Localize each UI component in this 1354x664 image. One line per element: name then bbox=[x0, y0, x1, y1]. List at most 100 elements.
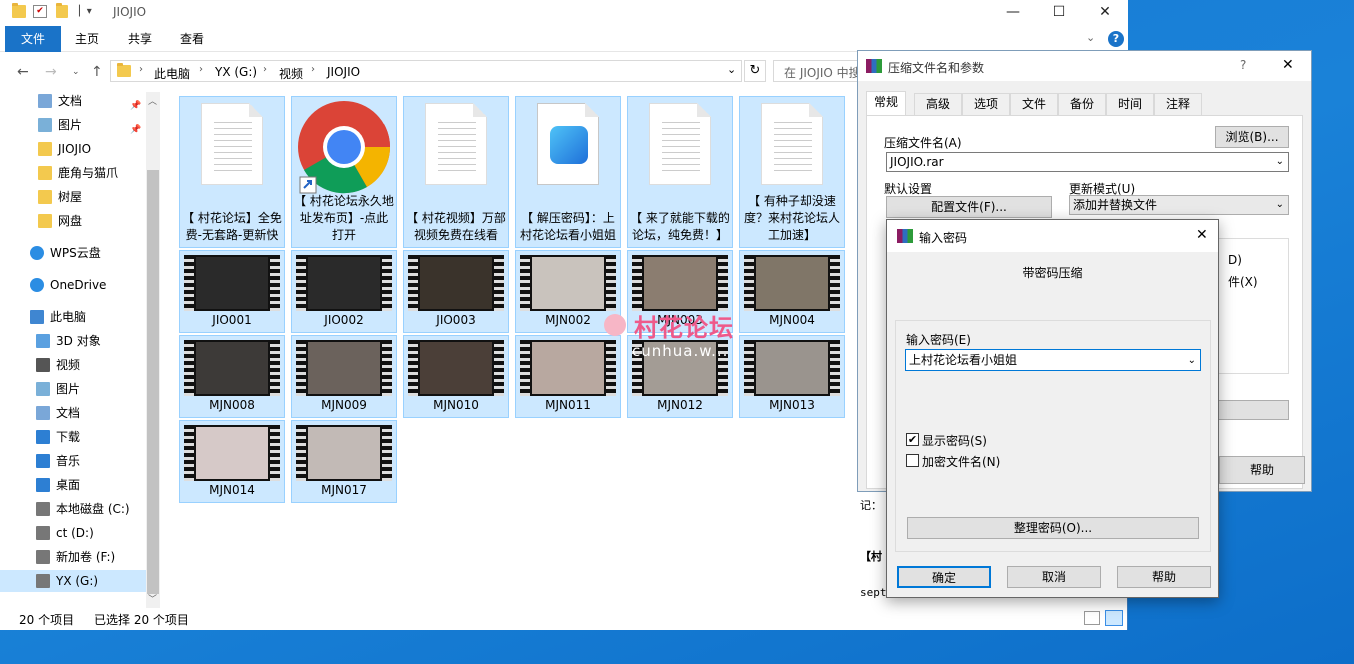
file-item[interactable]: MJN014 bbox=[179, 420, 285, 503]
properties-icon[interactable]: ✔ bbox=[33, 5, 47, 18]
new-folder-icon[interactable] bbox=[56, 3, 68, 18]
file-item[interactable]: MJN010 bbox=[403, 335, 509, 418]
file-item[interactable]: JIO002 bbox=[291, 250, 397, 333]
forward-icon[interactable]: → bbox=[45, 64, 57, 80]
sidebar-item[interactable]: 下载 bbox=[0, 426, 146, 448]
maximize-icon[interactable]: ☐ bbox=[1036, 0, 1082, 26]
file-item[interactable]: JIO003 bbox=[403, 250, 509, 333]
scroll-up-icon[interactable]: ︿ bbox=[148, 94, 157, 107]
sidebar-item[interactable]: OneDrive bbox=[0, 274, 146, 296]
sidebar-item[interactable]: 文档 bbox=[0, 402, 146, 424]
back-icon[interactable]: ← bbox=[17, 64, 29, 80]
encrypt-names-label[interactable]: 加密文件名(N) bbox=[922, 453, 1000, 470]
file-name: MJN017 bbox=[321, 483, 367, 497]
large-icons-view-icon[interactable] bbox=[1105, 610, 1123, 626]
help-icon[interactable]: ? bbox=[1108, 31, 1124, 47]
tab-general[interactable]: 常规 bbox=[866, 91, 906, 115]
tab-file[interactable]: 文件 bbox=[5, 26, 61, 52]
file-item[interactable]: 【 村花论坛永久地址发布页】-点此打开 bbox=[291, 96, 397, 248]
expand-ribbon-icon[interactable]: ⌄ bbox=[1086, 31, 1095, 44]
sidebar-item[interactable]: ct (D:) bbox=[0, 522, 146, 544]
tab-files[interactable]: 文件 bbox=[1010, 93, 1058, 115]
file-name: 【 有种子却没速度？来村花论坛人工加速】 bbox=[743, 194, 840, 242]
cancel-button[interactable]: 取消 bbox=[1007, 566, 1101, 588]
archive-name-input[interactable]: JIOJIO.rar ⌄ bbox=[886, 152, 1289, 172]
tab-time[interactable]: 时间 bbox=[1106, 93, 1154, 115]
tab-share[interactable]: 共享 bbox=[119, 26, 161, 52]
sidebar-item[interactable]: 图片 📌 bbox=[0, 114, 146, 136]
help-button[interactable]: 帮助 bbox=[1219, 456, 1305, 484]
sidebar-item[interactable]: 鹿角与猫爪 bbox=[0, 162, 146, 184]
address-bar[interactable]: › 此电脑 › YX (G:) › 视频 › JIOJIO ⌄ bbox=[110, 60, 742, 82]
address-dropdown-icon[interactable]: ⌄ bbox=[727, 63, 736, 76]
tab-backup[interactable]: 备份 bbox=[1058, 93, 1106, 115]
update-mode-select[interactable]: 添加并替换文件 ⌄ bbox=[1069, 195, 1289, 215]
sidebar-item[interactable]: 树屋 bbox=[0, 186, 146, 208]
close-icon[interactable]: ✕ bbox=[1196, 227, 1208, 243]
breadcrumb-drive[interactable]: YX (G:) bbox=[215, 65, 257, 79]
sidebar-item[interactable]: 音乐 bbox=[0, 450, 146, 472]
film-strip-icon bbox=[408, 340, 418, 396]
help-icon[interactable]: ? bbox=[1240, 58, 1246, 72]
chevron-down-icon[interactable]: ⌄ bbox=[1188, 351, 1196, 371]
minimize-icon[interactable]: — bbox=[990, 0, 1036, 26]
sidebar-item[interactable]: WPS云盘 bbox=[0, 242, 146, 264]
sidebar-item[interactable]: 图片 bbox=[0, 378, 146, 400]
folder-icon bbox=[38, 214, 52, 228]
tab-advanced[interactable]: 高级 bbox=[914, 93, 962, 115]
file-item[interactable]: MJN008 bbox=[179, 335, 285, 418]
help-button[interactable]: 帮助 bbox=[1117, 566, 1211, 588]
file-item[interactable]: MJN017 bbox=[291, 420, 397, 503]
organize-passwords-button[interactable]: 整理密码(O)... bbox=[907, 517, 1199, 539]
show-password-checkbox[interactable]: ✔ bbox=[906, 433, 919, 446]
sidebar-item-label: 本地磁盘 (C:) bbox=[56, 502, 130, 516]
tab-comment[interactable]: 注释 bbox=[1154, 93, 1202, 115]
sidebar-item[interactable]: 桌面 bbox=[0, 474, 146, 496]
sidebar-item[interactable]: 此电脑 bbox=[0, 306, 146, 328]
chevron-down-icon[interactable]: ⌄ bbox=[1276, 153, 1284, 171]
encrypt-names-checkbox[interactable] bbox=[906, 454, 919, 467]
sidebar-item[interactable]: YX (G:) bbox=[0, 570, 146, 592]
image-file-icon bbox=[537, 103, 599, 185]
file-item[interactable]: MJN009 bbox=[291, 335, 397, 418]
up-icon[interactable]: ↑ bbox=[91, 64, 103, 80]
breadcrumb-jiojio[interactable]: JIOJIO bbox=[327, 65, 360, 79]
refresh-icon[interactable]: ↻ bbox=[744, 60, 766, 82]
sidebar-item[interactable]: 3D 对象 bbox=[0, 330, 146, 352]
sidebar-item-label: 新加卷 (F:) bbox=[56, 550, 116, 564]
sidebar-item-label: 图片 bbox=[56, 382, 81, 396]
quick-access-dropdown-icon[interactable]: ▏▾ bbox=[79, 5, 101, 18]
sidebar-item[interactable]: 网盘 bbox=[0, 210, 146, 232]
breadcrumb-videos[interactable]: 视频 bbox=[279, 65, 303, 82]
sidebar-item[interactable]: 文档 📌 bbox=[0, 90, 146, 112]
tab-home[interactable]: 主页 bbox=[66, 26, 108, 52]
file-item[interactable]: JIO001 bbox=[179, 250, 285, 333]
file-item[interactable]: 【 解压密码】：上村花论坛看小姐姐 bbox=[515, 96, 621, 248]
sidebar-scroll-thumb[interactable] bbox=[147, 170, 159, 594]
video-thumbnail bbox=[296, 340, 392, 396]
password-input[interactable]: 上村花论坛看小姐姐 ⌄ bbox=[905, 349, 1201, 371]
file-item[interactable]: 【 有种子却没速度？来村花论坛人工加速】 bbox=[739, 96, 845, 248]
sidebar-item[interactable]: JIOJIO bbox=[0, 138, 146, 160]
profiles-button[interactable]: 配置文件(F)... bbox=[886, 196, 1052, 218]
file-item[interactable]: 【 村花视频】万部视频免费在线看 bbox=[403, 96, 509, 248]
sidebar-item[interactable]: 新加卷 (F:) bbox=[0, 546, 146, 568]
ok-button[interactable]: 确定 bbox=[897, 566, 991, 588]
file-name: 【 村花论坛永久地址发布页】-点此打开 bbox=[294, 194, 394, 242]
sidebar-item[interactable]: 本地磁盘 (C:) bbox=[0, 498, 146, 520]
details-view-icon[interactable] bbox=[1084, 611, 1100, 625]
tab-view[interactable]: 查看 bbox=[171, 26, 213, 52]
chevron-down-icon[interactable]: ⌄ bbox=[1276, 196, 1284, 214]
close-icon[interactable]: ✕ bbox=[1282, 57, 1294, 73]
browse-button[interactable]: 浏览(B)... bbox=[1215, 126, 1289, 148]
recent-dropdown-icon[interactable]: ⌄ bbox=[72, 67, 80, 77]
show-password-label[interactable]: 显示密码(S) bbox=[922, 432, 987, 449]
file-item[interactable]: 【 来了就能下载的论坛，纯免费！】 bbox=[627, 96, 733, 248]
set-password-button[interactable] bbox=[1207, 400, 1289, 420]
breadcrumb-this-pc[interactable]: 此电脑 bbox=[154, 65, 190, 82]
tab-options[interactable]: 选项 bbox=[962, 93, 1010, 115]
breadcrumb-separator-icon: › bbox=[199, 64, 203, 75]
close-icon[interactable]: ✕ bbox=[1082, 0, 1128, 26]
sidebar-item[interactable]: 视频 bbox=[0, 354, 146, 376]
file-item[interactable]: 【 村花论坛】全免费-无套路-更新快 bbox=[179, 96, 285, 248]
